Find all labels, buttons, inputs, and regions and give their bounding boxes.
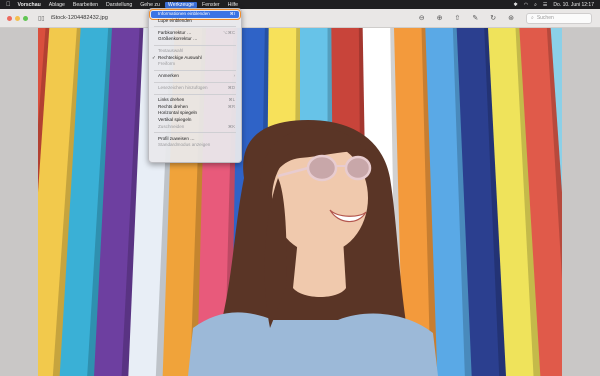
menu-item-label: Rechts drehen: [158, 103, 188, 109]
menu-bearbeiten[interactable]: Bearbeiten: [73, 2, 98, 8]
canvas-gutter-left: [0, 28, 38, 376]
menu-separator: [154, 82, 236, 84]
markup-pen-icon[interactable]: ✎: [472, 14, 478, 22]
menu-item-label: Informationen einblenden: [158, 11, 210, 16]
menu-vorschau[interactable]: Vorschau: [18, 2, 41, 8]
menu-werkzeuge[interactable]: Werkzeuge: [164, 1, 198, 8]
bluetooth-icon[interactable]: ✱: [514, 2, 518, 8]
menu-item-links-drehen[interactable]: Links drehen ⌘L: [151, 97, 239, 104]
minimize-window-button[interactable]: [15, 15, 20, 21]
toolbar-actions: ⊖ ⊕ ⇧ ✎ ↻ ⊛ ⌕ Suchen: [419, 12, 600, 24]
menu-item-shortcut: ⌘R: [227, 103, 235, 109]
control-center-icon[interactable]: ☰: [543, 2, 547, 8]
menu-item-größenkorrektur[interactable]: Größenkorrektur …: [151, 36, 239, 43]
photo: [38, 28, 562, 376]
menu-ablage[interactable]: Ablage: [49, 2, 65, 8]
status-area: ✱ ◠ ⌕ ☰ Do. 10. Juni 12:17: [514, 2, 600, 8]
apple-icon[interactable]: : [6, 2, 11, 8]
rotate-icon[interactable]: ↻: [490, 14, 496, 22]
menu-item-zuschneiden: Zuschneiden ⌘K: [151, 124, 239, 131]
menu-item-label: Farbkorrektur …: [158, 29, 192, 35]
menu-separator: [154, 26, 236, 28]
menu-item-anmerken[interactable]: Anmerken ›: [151, 73, 239, 80]
zoom-in-icon[interactable]: ⊕: [437, 14, 443, 22]
sidebar-toggle-icon[interactable]: ▯▯: [38, 15, 45, 22]
menu-item-label: Lesezeichen hinzufügen: [158, 85, 208, 91]
menu-item-label: Freiform: [158, 61, 176, 67]
menu-item-lesezeichen-hinzufügen: Lesezeichen hinzufügen ⌘D: [151, 85, 239, 92]
zoom-out-icon[interactable]: ⊖: [419, 14, 425, 22]
menu-bar:  Vorschau Ablage Bearbeiten Darstellung…: [0, 0, 600, 9]
menu-item-shortcut: ⌘D: [227, 85, 235, 91]
image-canvas[interactable]: [38, 28, 562, 376]
menu-item-shortcut: ⌘I: [229, 11, 235, 16]
menu-item-label: Lupe einblenden: [158, 17, 192, 23]
menu-darstellung[interactable]: Darstellung: [106, 2, 132, 8]
zoom-window-button[interactable]: [23, 15, 28, 21]
menu-item-textauswahl: Textauswahl: [151, 48, 239, 55]
menu-item-farbkorrektur[interactable]: Farbkorrektur … ⌥⌘C: [151, 30, 239, 37]
menu-item-label: Profil zuweisen …: [158, 135, 195, 141]
menu-item-label: Vertikal spiegeln: [158, 117, 192, 122]
menu-fenster[interactable]: Fenster: [202, 2, 220, 8]
menu-item-label: Horizontal spiegeln: [158, 110, 198, 116]
menu-item-label: Zuschneiden: [158, 123, 185, 129]
search-placeholder: Suchen: [536, 15, 554, 21]
menu-item-label: Textauswahl: [158, 48, 184, 54]
canvas-gutter-right: [562, 28, 600, 376]
werkzeuge-menu: Informationen einblenden ⌘I Lupe einblende…: [148, 8, 242, 163]
menu-hilfe[interactable]: Hilfe: [228, 2, 238, 8]
menu-item-standardmodus-anzeigen: Standardmodus anzeigen: [151, 142, 239, 149]
menu-separator: [154, 44, 236, 46]
menu-item-shortcut: ›: [233, 73, 235, 79]
menu-item-shortcut: ⌘L: [228, 97, 235, 103]
menu-item-shortcut: ⌥⌘C: [222, 29, 235, 35]
menu-item-shortcut: ⌘K: [228, 123, 235, 129]
checkmark-icon: ✓: [152, 54, 156, 60]
menu-item-rechteckige-auswahl[interactable]: ✓ Rechteckige Auswahl: [151, 55, 239, 62]
menu-item-rechts-drehen[interactable]: Rechts drehen ⌘R: [151, 104, 239, 111]
menu-item-informationen-einblenden[interactable]: Informationen einblenden ⌘I: [149, 9, 241, 20]
menu-separator: [154, 94, 236, 96]
window-toolbar: ▯▯ iStock-1204482432.jpg ⊖ ⊕ ⇧ ✎ ↻ ⊛ ⌕ S…: [0, 9, 600, 28]
document-title: iStock-1204482432.jpg: [50, 15, 108, 21]
menu-separator: [154, 70, 236, 72]
menu-item-label: Größenkorrektur …: [158, 36, 198, 42]
search-field[interactable]: ⌕ Suchen: [526, 12, 592, 24]
menu-item-label: Links drehen: [158, 97, 185, 103]
share-icon[interactable]: ⇧: [455, 14, 461, 22]
menu-item-horizontal-spiegeln[interactable]: Horizontal spiegeln: [151, 110, 239, 117]
menu-item-profil-zuweisen[interactable]: Profil zuweisen …: [151, 136, 239, 143]
window-controls: [7, 15, 28, 21]
clock[interactable]: Do. 10. Juni 12:17: [553, 2, 594, 8]
search-field-icon: ⌕: [531, 15, 534, 21]
search-icon[interactable]: ⌕: [534, 2, 537, 8]
menu-item-label: Anmerken: [158, 73, 179, 79]
close-window-button[interactable]: [7, 15, 12, 21]
menu-item-vertikal-spiegeln[interactable]: Vertikal spiegeln: [151, 117, 239, 124]
menu-item-freiform: Freiform: [151, 61, 239, 68]
wifi-icon[interactable]: ◠: [524, 2, 528, 8]
menu-item-label: Rechteckige Auswahl: [158, 54, 202, 60]
menu-gehe-zu[interactable]: Gehe zu: [140, 2, 160, 8]
markup-toolbar-icon[interactable]: ⊛: [508, 14, 514, 22]
menu-item-label: Standardmodus anzeigen: [158, 142, 211, 148]
menu-separator: [154, 132, 236, 134]
menu-item-lupe-einblenden[interactable]: Lupe einblenden: [151, 18, 239, 25]
